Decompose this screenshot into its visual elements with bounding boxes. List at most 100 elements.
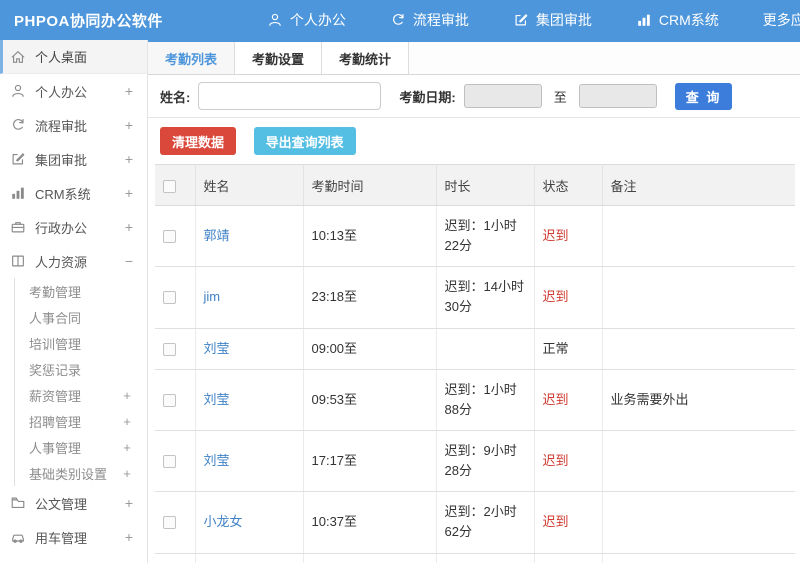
expand-icon[interactable]: + [123, 529, 135, 545]
sidebar-subitem-label: 培训管理 [29, 336, 82, 352]
expand-icon[interactable]: + [121, 414, 133, 429]
row-checkbox[interactable] [163, 342, 176, 356]
sidebar-subitem-base-category[interactable]: 基础类别设置 + [15, 460, 147, 486]
expand-icon[interactable]: + [123, 83, 135, 99]
duration: 迟到：9小时28分 [436, 430, 535, 493]
date-from-input[interactable] [463, 84, 542, 108]
column-header: 考勤时间 [303, 164, 437, 206]
row-checkbox[interactable] [163, 455, 176, 469]
sidebar-subitem-salary-mgmt[interactable]: 薪资管理 + [15, 382, 147, 408]
top-nav: 个人办公 流程审批 集团审批 CRM系统 更多应用▼ [267, 10, 800, 30]
duration-line: 迟到：9小时28分 [444, 442, 517, 479]
sidebar-subitem-label: 招聘管理 [29, 414, 82, 430]
duration-line: 迟到：1小时22分 [444, 218, 517, 254]
sidebar-subitem-training-mgmt[interactable]: 培训管理 [15, 330, 147, 356]
employee-name-link[interactable]: 小龙女 [204, 514, 243, 529]
nav-item-more-apps[interactable]: 更多应用▼ [763, 10, 800, 30]
sidebar-item-doc-mgmt[interactable]: 公文管理 + [0, 486, 147, 520]
sidebar-subitem-label: 人事管理 [29, 440, 82, 456]
expand-icon[interactable]: + [123, 219, 135, 235]
employee-name-link[interactable]: 刘莹 [204, 392, 230, 407]
top-navbar: PHPOA协同办公软件 个人办公 流程审批 集团审批 CRM系统 更多应用▼ [0, 0, 800, 40]
row-checkbox[interactable] [163, 291, 176, 305]
attendance-time: 10:37至 [303, 491, 437, 554]
row-checkbox[interactable] [163, 230, 176, 244]
row-checkbox[interactable] [163, 393, 176, 407]
sidebar-item-label: CRM系统 [35, 186, 91, 202]
sidebar-item-label: 用车管理 [35, 530, 88, 546]
date-to-input[interactable] [578, 84, 657, 108]
main-content: 考勤列表 考勤设置 考勤统计 姓名: 考勤日期: 至 查 询 清理数据 导出查询列表… [148, 40, 800, 563]
sidebar-subitem-label: 薪资管理 [29, 388, 82, 404]
chart-icon [10, 185, 26, 201]
nav-item-personal-office[interactable]: 个人办公 [267, 10, 346, 30]
remark [602, 328, 795, 370]
employee-name-link[interactable]: 刘莹 [204, 341, 230, 356]
sidebar-item-vehicle-mgmt[interactable]: 用车管理 + [0, 520, 147, 554]
sidebar-subitem-label: 人事合同 [29, 310, 82, 326]
table-header-row: 姓名 考勤时间 时长 状态 备注 [155, 164, 795, 206]
sidebar-item-admin-office[interactable]: 行政办公 + [0, 210, 147, 244]
employee-name-link[interactable]: 刘莹 [204, 453, 230, 468]
status-badge: 迟到 [534, 205, 603, 268]
edit-icon [10, 151, 26, 167]
employee-name-link[interactable]: jim [204, 289, 221, 304]
sidebar-item-label: 公文管理 [35, 496, 88, 512]
sidebar-item-human-resources[interactable]: 人力资源 − [0, 244, 147, 278]
car-icon [10, 529, 26, 545]
duration: 迟到：2小时90分早退：7小时10分 [436, 553, 535, 563]
attendance-table: 姓名 考勤时间 时长 状态 备注 郭靖 10:13至 迟到：1小时22分 迟到 jim 23:18… [155, 164, 795, 563]
tab-bar: 考勤列表 考勤设置 考勤统计 [148, 40, 800, 75]
sidebar-subitem-hr-contract[interactable]: 人事合同 [15, 304, 147, 330]
clean-data-button[interactable]: 清理数据 [160, 127, 237, 155]
attendance-table-wrap: 姓名 考勤时间 时长 状态 备注 郭靖 10:13至 迟到：1小时22分 迟到 jim 23:18… [155, 164, 795, 563]
nav-item-crm-system[interactable]: CRM系统 [636, 10, 719, 30]
duration [436, 328, 535, 370]
sidebar-item-crm-system[interactable]: CRM系统 + [0, 176, 147, 210]
expand-icon[interactable]: + [121, 466, 133, 481]
edit-icon [513, 12, 529, 28]
sidebar-item-personal-desktop[interactable]: 个人桌面 [0, 40, 147, 74]
table-row: 郭靖 10:13至 迟到：1小时22分 迟到 [155, 205, 795, 268]
table-row: jim 23:18至 迟到：14小时30分 迟到 [155, 266, 795, 329]
sidebar-item-workflow-approval[interactable]: 流程审批 + [0, 108, 147, 142]
status-badge: 迟到 [534, 266, 603, 329]
export-list-button[interactable]: 导出查询列表 [253, 127, 356, 155]
table-body: 郭靖 10:13至 迟到：1小时22分 迟到 jim 23:18至 迟到：14小时30分 迟到… [155, 205, 795, 563]
name-filter-input[interactable] [198, 82, 382, 110]
flow-icon [10, 117, 26, 133]
sidebar-subitem-reward-punish[interactable]: 奖惩记录 [15, 356, 147, 382]
expand-icon[interactable]: + [123, 117, 135, 133]
sidebar-item-label: 人力资源 [35, 254, 88, 270]
expand-icon[interactable]: + [123, 185, 135, 201]
tab-attendance-list[interactable]: 考勤列表 [148, 42, 236, 74]
tab-attendance-settings[interactable]: 考勤设置 [235, 42, 323, 74]
sidebar-item-personal-office[interactable]: 个人办公 + [0, 74, 147, 108]
remark [602, 430, 795, 493]
collapse-icon[interactable]: − [123, 253, 135, 269]
sidebar-subitem-recruit-mgmt[interactable]: 招聘管理 + [15, 408, 147, 434]
select-all-checkbox[interactable] [163, 179, 176, 193]
sidebar-subitem-label: 奖惩记录 [29, 362, 82, 378]
expand-icon[interactable]: + [121, 440, 133, 455]
book-icon [10, 253, 26, 269]
date-filter-label: 考勤日期: [399, 89, 456, 105]
column-header: 状态 [534, 164, 603, 206]
remark: 1111 [602, 553, 795, 563]
search-button[interactable]: 查 询 [674, 82, 733, 110]
duration: 迟到：14小时30分 [436, 266, 535, 329]
row-checkbox[interactable] [163, 516, 176, 530]
nav-item-workflow-approval[interactable]: 流程审批 [390, 10, 469, 30]
nav-item-label: 个人办公 [289, 12, 346, 28]
expand-icon[interactable]: + [123, 495, 135, 511]
sidebar-subitem-personnel-mgmt[interactable]: 人事管理 + [15, 434, 147, 460]
sidebar-subitem-attendance-mgmt[interactable]: 考勤管理 [15, 278, 147, 304]
expand-icon[interactable]: + [121, 388, 133, 403]
nav-item-group-approval[interactable]: 集团审批 [513, 10, 592, 30]
sidebar-item-group-approval[interactable]: 集团审批 + [0, 142, 147, 176]
attendance-time: 17:17至 [303, 430, 437, 493]
employee-name-link[interactable]: 郭靖 [204, 228, 230, 243]
expand-icon[interactable]: + [123, 151, 135, 167]
sidebar-subitem-label: 基础类别设置 [29, 466, 108, 482]
tab-attendance-stats[interactable]: 考勤统计 [322, 42, 410, 74]
